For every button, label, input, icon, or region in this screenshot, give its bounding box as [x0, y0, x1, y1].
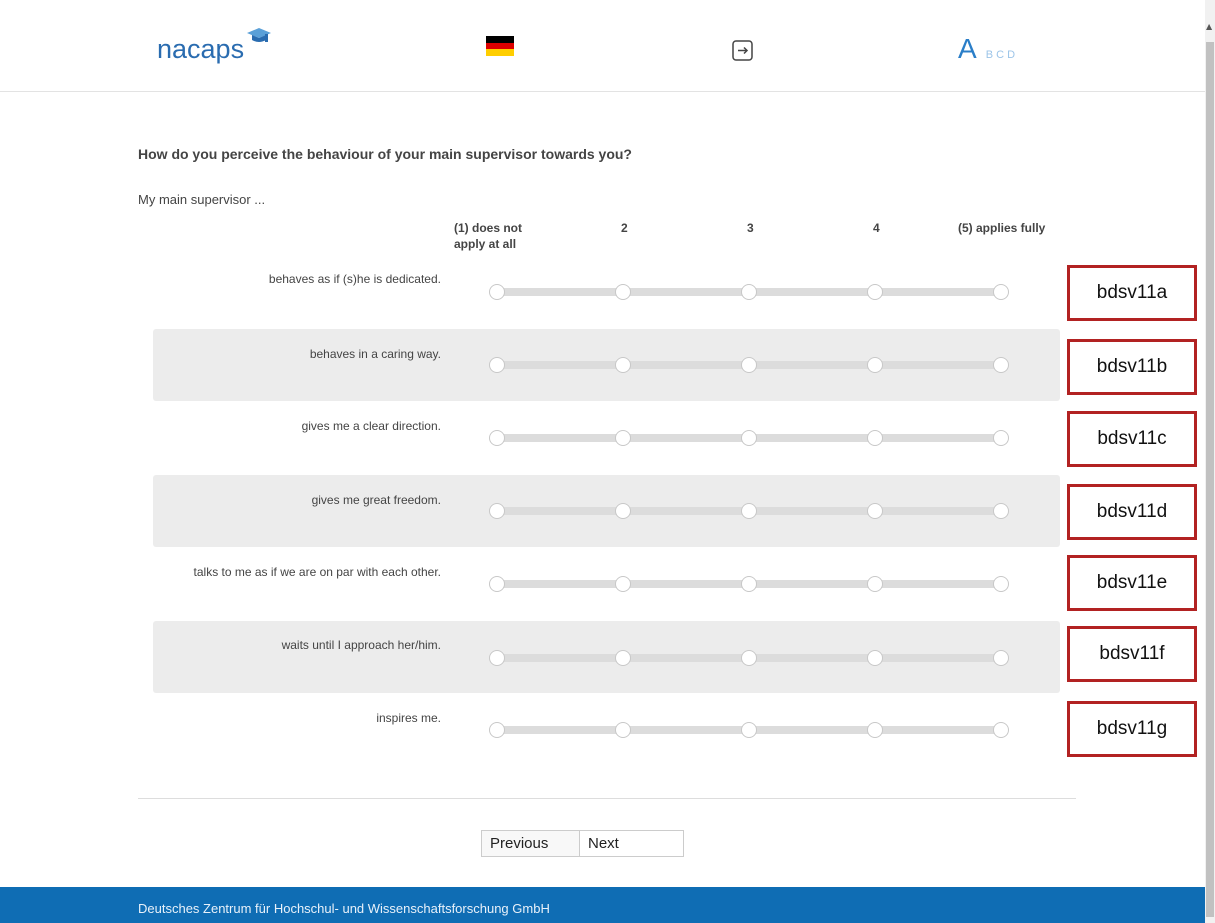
- logout-icon[interactable]: [732, 40, 753, 61]
- font-size-options[interactable]: B C D: [986, 49, 1015, 61]
- scrollbar[interactable]: ▲: [1205, 0, 1215, 923]
- question-title: How do you perceive the behaviour of you…: [138, 146, 632, 162]
- header: nacaps A B C D: [0, 0, 1205, 92]
- radio-g-4[interactable]: [867, 722, 883, 738]
- footer-text: Deutsches Zentrum für Hochschul- und Wis…: [138, 901, 550, 916]
- radio-c-4[interactable]: [867, 430, 883, 446]
- radio-d-1[interactable]: [489, 503, 505, 519]
- radio-e-5[interactable]: [993, 576, 1009, 592]
- radio-a-3[interactable]: [741, 284, 757, 300]
- radio-g-1[interactable]: [489, 722, 505, 738]
- radio-c-1[interactable]: [489, 430, 505, 446]
- divider: [138, 798, 1076, 799]
- radio-f-5[interactable]: [993, 650, 1009, 666]
- variable-label-g: bdsv11g: [1067, 701, 1197, 757]
- radio-a-5[interactable]: [993, 284, 1009, 300]
- logo[interactable]: nacaps: [157, 34, 244, 65]
- scroll-thumb[interactable]: [1206, 42, 1214, 917]
- scale-label-1-line2: apply at all: [454, 237, 517, 251]
- variable-label-c: bdsv11c: [1067, 411, 1197, 467]
- radio-f-2[interactable]: [615, 650, 631, 666]
- radio-d-5[interactable]: [993, 503, 1009, 519]
- radio-e-2[interactable]: [615, 576, 631, 592]
- radio-b-2[interactable]: [615, 357, 631, 373]
- question-intro: My main supervisor ...: [138, 192, 266, 207]
- radio-a-1[interactable]: [489, 284, 505, 300]
- item-label-c: gives me a clear direction.: [301, 419, 441, 433]
- radio-b-5[interactable]: [993, 357, 1009, 373]
- font-size-selector[interactable]: A B C D: [958, 33, 1015, 65]
- radio-a-4[interactable]: [867, 284, 883, 300]
- variable-label-a: bdsv11a: [1067, 265, 1197, 321]
- item-label-f: waits until I approach her/him.: [281, 638, 441, 652]
- radio-f-3[interactable]: [741, 650, 757, 666]
- radio-g-2[interactable]: [615, 722, 631, 738]
- radio-f-1[interactable]: [489, 650, 505, 666]
- scroll-up-icon[interactable]: ▲: [1206, 22, 1212, 31]
- radio-b-3[interactable]: [741, 357, 757, 373]
- radio-c-2[interactable]: [615, 430, 631, 446]
- radio-c-3[interactable]: [741, 430, 757, 446]
- radio-g-3[interactable]: [741, 722, 757, 738]
- radio-c-5[interactable]: [993, 430, 1009, 446]
- radio-f-4[interactable]: [867, 650, 883, 666]
- graduation-cap-icon: [247, 28, 271, 42]
- scale-label-5: (5) applies fully: [958, 221, 1046, 235]
- radio-d-2[interactable]: [615, 503, 631, 519]
- navigation: Previous Next: [481, 830, 684, 857]
- language-flag-icon[interactable]: [486, 36, 514, 56]
- item-label-g: inspires me.: [376, 711, 441, 725]
- footer: Deutsches Zentrum für Hochschul- und Wis…: [0, 887, 1205, 923]
- radio-g-5[interactable]: [993, 722, 1009, 738]
- radio-a-2[interactable]: [615, 284, 631, 300]
- radio-e-1[interactable]: [489, 576, 505, 592]
- variable-label-b: bdsv11b: [1067, 339, 1197, 395]
- previous-button[interactable]: Previous: [482, 831, 580, 856]
- next-button[interactable]: Next: [580, 831, 683, 856]
- radio-d-3[interactable]: [741, 503, 757, 519]
- item-label-a: behaves as if (s)he is dedicated.: [268, 272, 441, 286]
- scale-label-3: 3: [747, 221, 754, 235]
- variable-label-f: bdsv11f: [1067, 626, 1197, 682]
- scale-label-4: 4: [873, 221, 880, 235]
- font-size-large[interactable]: A: [958, 33, 977, 64]
- item-label-b: behaves in a caring way.: [309, 347, 441, 361]
- item-label-d: gives me great freedom.: [311, 493, 441, 507]
- radio-e-3[interactable]: [741, 576, 757, 592]
- radio-b-4[interactable]: [867, 357, 883, 373]
- radio-d-4[interactable]: [867, 503, 883, 519]
- scale-label-1-line1: (1) does not: [454, 221, 522, 235]
- scale-label-1: (1) does not apply at all: [454, 220, 522, 252]
- radio-b-1[interactable]: [489, 357, 505, 373]
- item-label-e: talks to me as if we are on par with eac…: [193, 565, 441, 579]
- variable-label-d: bdsv11d: [1067, 484, 1197, 540]
- variable-label-e: bdsv11e: [1067, 555, 1197, 611]
- radio-e-4[interactable]: [867, 576, 883, 592]
- scale-label-2: 2: [621, 221, 628, 235]
